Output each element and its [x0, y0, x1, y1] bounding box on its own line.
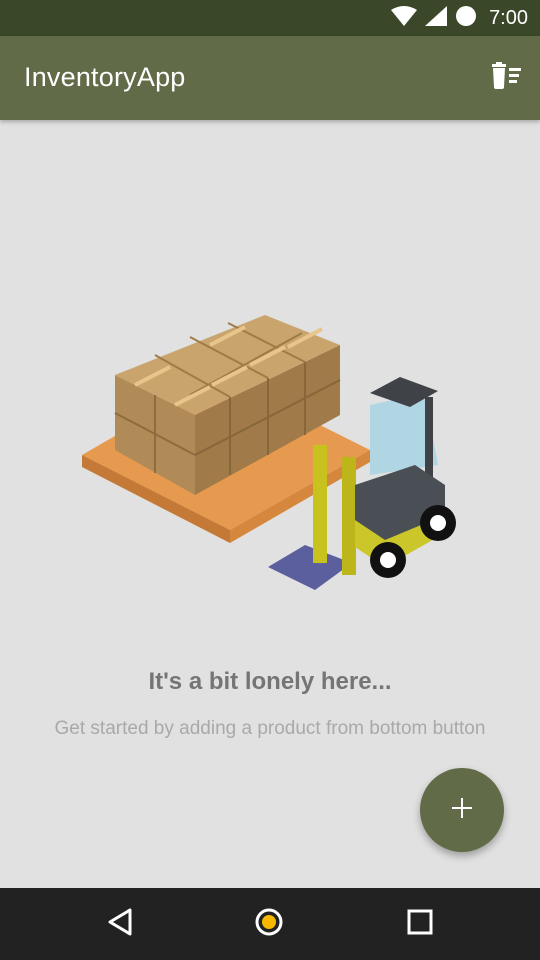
- navigation-bar: [0, 888, 540, 960]
- forklift-illustration: [70, 305, 470, 595]
- app-title: InventoryApp: [24, 62, 186, 92]
- empty-state-title: It's a bit lonely here...: [148, 668, 392, 695]
- status-time: 7:00: [489, 6, 528, 29]
- home-icon: [254, 907, 284, 942]
- status-bar: 7:00: [0, 0, 540, 36]
- home-button[interactable]: [245, 900, 293, 948]
- back-icon: [106, 907, 134, 942]
- recents-button[interactable]: [396, 900, 444, 948]
- delete-all-button[interactable]: [484, 56, 528, 100]
- battery-icon: [455, 5, 477, 32]
- wifi-icon: [391, 5, 418, 31]
- back-button[interactable]: [96, 900, 144, 948]
- main-content: It's a bit lonely here... Get started by…: [0, 120, 540, 888]
- delete-all-icon: [490, 61, 522, 95]
- app-bar: InventoryApp: [0, 36, 540, 120]
- plus-icon: [450, 796, 474, 825]
- cellular-signal-icon: [425, 5, 448, 31]
- screen: 7:00 InventoryApp It's a bit lonely here…: [0, 0, 540, 960]
- recents-icon: [406, 908, 434, 941]
- empty-state-subtitle: Get started by adding a product from bot…: [54, 718, 486, 739]
- add-product-button[interactable]: [420, 768, 504, 852]
- status-icons: 7:00: [391, 0, 528, 36]
